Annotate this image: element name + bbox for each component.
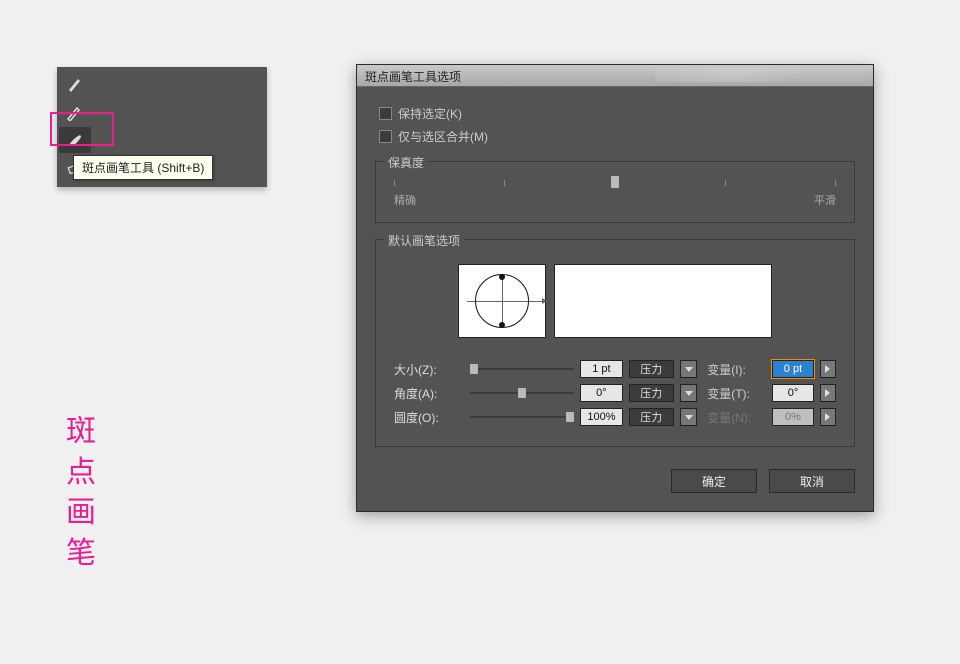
- roundness-mode-dd-btn[interactable]: [680, 408, 698, 426]
- size-slider[interactable]: [470, 362, 574, 376]
- page-heading: 斑 点 画 笔: [66, 412, 97, 574]
- brush-tool-icon[interactable]: [59, 71, 91, 97]
- angle-slider-handle[interactable]: [518, 388, 526, 398]
- fidelity-label: 保真度: [384, 154, 428, 171]
- brush-shape-preview: [458, 264, 546, 338]
- roundness-var-step: [820, 408, 836, 426]
- tooltip: 斑点画笔工具 (Shift+B): [73, 155, 213, 180]
- size-row: 大小(Z): 1 pt 压力 变量(I): 0 pt: [394, 360, 836, 378]
- fidelity-slider-handle[interactable]: [611, 176, 619, 188]
- angle-field[interactable]: 0°: [580, 384, 623, 402]
- size-var-field[interactable]: 0 pt: [772, 360, 815, 378]
- angle-var-field[interactable]: 0°: [772, 384, 815, 402]
- merge-selection-row[interactable]: 仅与选区合并(M): [379, 128, 855, 145]
- angle-label: 角度(A):: [394, 385, 464, 402]
- fidelity-slider[interactable]: [394, 180, 836, 186]
- merge-selection-checkbox[interactable]: [379, 130, 392, 143]
- merge-selection-label: 仅与选区合并(M): [398, 128, 488, 145]
- size-mode-dropdown[interactable]: 压力: [629, 360, 674, 378]
- keep-selected-label: 保持选定(K): [398, 105, 462, 122]
- default-brush-group: 默认画笔选项 大小(Z): 1 pt 压力: [375, 239, 855, 447]
- size-var-step[interactable]: [820, 360, 836, 378]
- dialog-title-text: 斑点画笔工具选项: [365, 70, 461, 84]
- fidelity-right-label: 平滑: [814, 192, 836, 208]
- size-mode-dd-btn[interactable]: [680, 360, 698, 378]
- brush-stroke-preview: [554, 264, 772, 338]
- roundness-field[interactable]: 100%: [580, 408, 623, 426]
- size-var-label: 变量(I):: [707, 361, 765, 378]
- roundness-label: 圆度(O):: [394, 409, 464, 426]
- angle-mode-dd-btn[interactable]: [680, 384, 698, 402]
- selection-highlight: [50, 112, 114, 146]
- cancel-button[interactable]: 取消: [769, 469, 855, 493]
- angle-slider[interactable]: [470, 386, 574, 400]
- fidelity-group: 保真度 精确 平滑: [375, 161, 855, 223]
- size-field[interactable]: 1 pt: [580, 360, 623, 378]
- default-brush-label: 默认画笔选项: [384, 232, 464, 249]
- angle-var-step[interactable]: [820, 384, 836, 402]
- roundness-row: 圆度(O): 100% 压力 变量(N): 0%: [394, 408, 836, 426]
- fidelity-left-label: 精确: [394, 192, 416, 208]
- blob-brush-options-dialog: 斑点画笔工具选项 保持选定(K) 仅与选区合并(M) 保真度 精确 平滑 默认画…: [356, 64, 874, 512]
- size-label: 大小(Z):: [394, 361, 464, 378]
- angle-mode-dropdown[interactable]: 压力: [629, 384, 674, 402]
- ok-button[interactable]: 确定: [671, 469, 757, 493]
- roundness-slider-handle[interactable]: [566, 412, 574, 422]
- angle-var-label: 变量(T):: [707, 385, 765, 402]
- dialog-titlebar: 斑点画笔工具选项: [357, 65, 873, 87]
- roundness-var-label: 变量(N):: [707, 409, 765, 426]
- roundness-slider[interactable]: [470, 410, 574, 424]
- roundness-mode-dropdown[interactable]: 压力: [629, 408, 674, 426]
- size-slider-handle[interactable]: [470, 364, 478, 374]
- angle-row: 角度(A): 0° 压力 变量(T): 0°: [394, 384, 836, 402]
- keep-selected-checkbox[interactable]: [379, 107, 392, 120]
- keep-selected-row[interactable]: 保持选定(K): [379, 105, 855, 122]
- roundness-var-field: 0%: [772, 408, 815, 426]
